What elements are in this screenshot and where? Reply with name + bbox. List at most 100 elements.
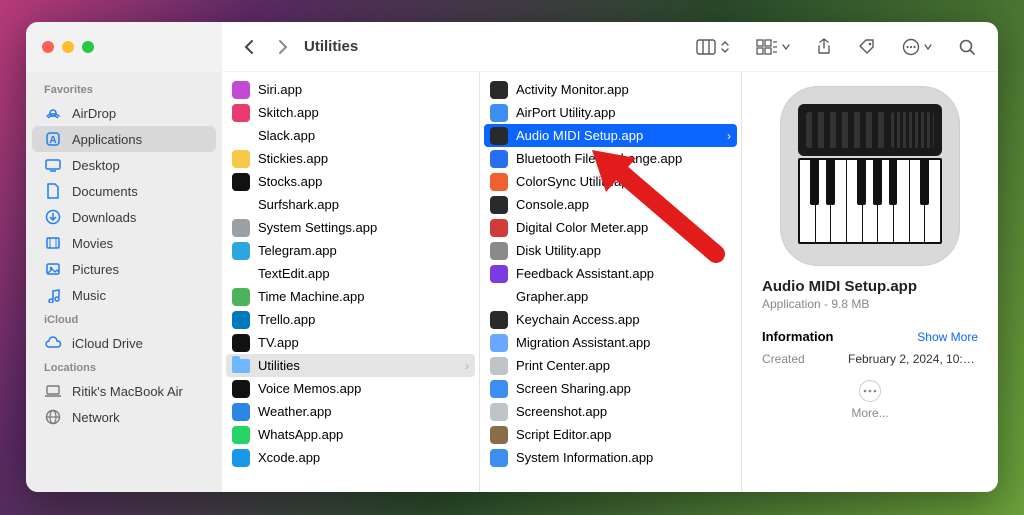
downloads-icon bbox=[44, 208, 62, 226]
folder-icon bbox=[232, 357, 250, 375]
list-item[interactable]: System Settings.app bbox=[222, 216, 479, 239]
close-button[interactable] bbox=[42, 41, 54, 53]
list-item-label: Telegram.app bbox=[258, 243, 337, 258]
list-item[interactable]: Console.app bbox=[480, 193, 741, 216]
list-item[interactable]: Time Machine.app bbox=[222, 285, 479, 308]
sidebar-section-title: Favorites bbox=[26, 78, 222, 100]
actions-button[interactable] bbox=[902, 38, 932, 56]
list-item[interactable]: System Information.app bbox=[480, 446, 741, 469]
list-item[interactable]: Screenshot.app bbox=[480, 400, 741, 423]
app-icon bbox=[490, 173, 508, 191]
list-item[interactable]: Voice Memos.app bbox=[222, 377, 479, 400]
tag-button[interactable] bbox=[858, 38, 876, 56]
laptop-icon bbox=[44, 382, 62, 400]
app-icon bbox=[490, 403, 508, 421]
app-icon bbox=[232, 265, 250, 283]
list-item-label: Screen Sharing.app bbox=[516, 381, 631, 396]
preview-title: Audio MIDI Setup.app bbox=[762, 278, 978, 295]
back-button[interactable] bbox=[236, 34, 262, 60]
list-item[interactable]: Keychain Access.app bbox=[480, 308, 741, 331]
sidebar-item-icloud-drive[interactable]: iCloud Drive bbox=[32, 330, 216, 356]
list-item[interactable]: Print Center.app bbox=[480, 354, 741, 377]
list-item-label: Xcode.app bbox=[258, 450, 320, 465]
list-item-label: System Information.app bbox=[516, 450, 653, 465]
list-item[interactable]: Stickies.app bbox=[222, 147, 479, 170]
sidebar-item-desktop[interactable]: Desktop bbox=[32, 152, 216, 178]
column-applications[interactable]: Siri.app Skitch.appSlack.appStickies.app S… bbox=[222, 72, 480, 492]
nav-buttons bbox=[222, 34, 296, 60]
list-item[interactable]: Script Editor.app bbox=[480, 423, 741, 446]
list-item-label: Migration Assistant.app bbox=[516, 335, 650, 350]
sidebar-item-ritik-s-macbook-air[interactable]: Ritik's MacBook Air bbox=[32, 378, 216, 404]
more-label: More... bbox=[762, 406, 978, 420]
sidebar-item-movies[interactable]: Movies bbox=[32, 230, 216, 256]
app-icon bbox=[490, 127, 508, 145]
more-actions-button[interactable] bbox=[859, 380, 881, 402]
sidebar-item-label: AirDrop bbox=[72, 106, 116, 121]
chevron-down-icon bbox=[782, 43, 790, 51]
list-item-label: Console.app bbox=[516, 197, 589, 212]
list-item[interactable]: Stocks.app bbox=[222, 170, 479, 193]
list-item[interactable]: AirPort Utility.app bbox=[480, 101, 741, 124]
list-item[interactable]: Surfshark.app bbox=[222, 193, 479, 216]
list-item[interactable]: Trello.app bbox=[222, 308, 479, 331]
list-item[interactable]: Activity Monitor.app bbox=[480, 78, 741, 101]
column-utilities[interactable]: Activity Monitor.appAirPort Utility.appA… bbox=[480, 72, 742, 492]
maximize-button[interactable] bbox=[82, 41, 94, 53]
list-item[interactable]: WhatsApp.app bbox=[222, 423, 479, 446]
list-item[interactable]: Skitch.app bbox=[222, 101, 479, 124]
sidebar-item-applications[interactable]: AApplications bbox=[32, 126, 216, 152]
sidebar-item-label: Documents bbox=[72, 184, 138, 199]
list-item[interactable]: Utilities› bbox=[226, 354, 475, 377]
app-icon bbox=[490, 449, 508, 467]
minimize-button[interactable] bbox=[62, 41, 74, 53]
list-item[interactable]: Slack.app bbox=[222, 124, 479, 147]
list-item[interactable]: ColorSync Utility.app bbox=[480, 170, 741, 193]
info-value: February 2, 2024, 10:49 PM bbox=[848, 352, 978, 366]
list-item-label: Weather.app bbox=[258, 404, 331, 419]
list-item[interactable]: Disk Utility.app bbox=[480, 239, 741, 262]
app-icon bbox=[232, 449, 250, 467]
list-item[interactable]: TextEdit.app bbox=[222, 262, 479, 285]
list-item[interactable]: Grapher.app bbox=[480, 285, 741, 308]
list-item[interactable]: Screen Sharing.app bbox=[480, 377, 741, 400]
chevron-right-icon: › bbox=[727, 129, 731, 143]
list-item-label: Voice Memos.app bbox=[258, 381, 361, 396]
share-button[interactable] bbox=[816, 38, 832, 56]
app-icon bbox=[232, 173, 250, 191]
list-item-label: ColorSync Utility.app bbox=[516, 174, 636, 189]
app-icon bbox=[490, 150, 508, 168]
sidebar-item-label: Downloads bbox=[72, 210, 136, 225]
group-button[interactable] bbox=[756, 39, 790, 55]
sidebar-item-music[interactable]: Music bbox=[32, 282, 216, 308]
view-button[interactable] bbox=[696, 39, 730, 55]
sidebar-item-documents[interactable]: Documents bbox=[32, 178, 216, 204]
list-item[interactable]: Siri.app bbox=[222, 78, 479, 101]
sidebar-item-label: iCloud Drive bbox=[72, 336, 143, 351]
list-item[interactable]: Bluetooth File Exchange.app bbox=[480, 147, 741, 170]
list-item[interactable]: Migration Assistant.app bbox=[480, 331, 741, 354]
info-header: Information Show More bbox=[762, 329, 978, 344]
list-item-label: Stocks.app bbox=[258, 174, 322, 189]
app-icon bbox=[490, 311, 508, 329]
sidebar-item-label: Ritik's MacBook Air bbox=[72, 384, 183, 399]
list-item-label: Feedback Assistant.app bbox=[516, 266, 654, 281]
list-item-label: Siri.app bbox=[258, 82, 302, 97]
search-button[interactable] bbox=[958, 38, 976, 56]
app-icon bbox=[232, 104, 250, 122]
sidebar-item-airdrop[interactable]: AirDrop bbox=[32, 100, 216, 126]
list-item[interactable]: Feedback Assistant.app bbox=[480, 262, 741, 285]
svg-text:A: A bbox=[49, 135, 56, 146]
sidebar-item-pictures[interactable]: Pictures bbox=[32, 256, 216, 282]
list-item[interactable]: TV.app bbox=[222, 331, 479, 354]
sidebar-item-network[interactable]: Network bbox=[32, 404, 216, 430]
list-item[interactable]: Digital Color Meter.app bbox=[480, 216, 741, 239]
show-more-link[interactable]: Show More bbox=[917, 330, 978, 344]
list-item[interactable]: Audio MIDI Setup.app› bbox=[484, 124, 737, 147]
music-icon bbox=[44, 286, 62, 304]
list-item[interactable]: Weather.app bbox=[222, 400, 479, 423]
sidebar-item-downloads[interactable]: Downloads bbox=[32, 204, 216, 230]
list-item[interactable]: Xcode.app bbox=[222, 446, 479, 469]
forward-button[interactable] bbox=[270, 34, 296, 60]
list-item[interactable]: Telegram.app bbox=[222, 239, 479, 262]
